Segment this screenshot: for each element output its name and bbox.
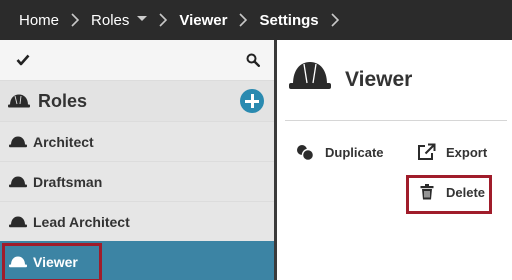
sidebar-item-label: Architect — [33, 134, 94, 150]
sidebar-item-architect[interactable]: Architect — [0, 121, 274, 161]
sidebar-item-viewer[interactable]: Viewer — [0, 241, 274, 280]
sidebar-item-draftsman[interactable]: Draftsman — [0, 161, 274, 201]
chevron-right-icon — [71, 13, 80, 27]
search-icon[interactable] — [246, 53, 261, 72]
role-detail-panel: Viewer Duplicate Export Delete — [277, 40, 512, 280]
check-icon[interactable] — [16, 53, 30, 71]
breadcrumb-roles[interactable]: Roles — [91, 12, 129, 29]
roles-section-title: Roles — [38, 91, 88, 111]
hard-hat-icon — [8, 175, 28, 194]
sidebar-item-label: Lead Architect — [33, 214, 130, 230]
hard-hat-icon — [288, 59, 332, 98]
sidebar-toolbar — [0, 40, 274, 81]
chevron-right-icon — [331, 13, 339, 27]
breadcrumb-viewer[interactable]: Viewer — [179, 12, 227, 29]
roles-sidebar: Roles Architect Draftsman Lead Architect… — [0, 40, 274, 280]
hard-hat-icon — [8, 135, 28, 154]
duplicate-button[interactable]: Duplicate — [325, 145, 384, 160]
page-title: Viewer — [345, 68, 413, 91]
sidebar-item-label: Viewer — [33, 254, 78, 270]
hard-hat-icon — [8, 255, 28, 274]
chevron-right-icon — [159, 13, 168, 27]
breadcrumb: Home Roles Viewer Settings — [0, 0, 512, 40]
caret-down-icon[interactable] — [137, 15, 148, 21]
trash-icon[interactable] — [420, 184, 434, 205]
duplicate-icon[interactable] — [296, 144, 316, 167]
external-link-icon[interactable] — [417, 143, 436, 166]
add-role-button[interactable] — [240, 89, 264, 113]
hard-hat-icon — [7, 93, 31, 114]
breadcrumb-home[interactable]: Home — [19, 12, 59, 29]
delete-button[interactable]: Delete — [446, 185, 485, 200]
breadcrumb-settings[interactable]: Settings — [259, 12, 318, 29]
sidebar-item-label: Draftsman — [33, 174, 103, 190]
chevron-right-icon — [239, 13, 248, 27]
hard-hat-icon — [8, 215, 28, 234]
sidebar-item-lead-architect[interactable]: Lead Architect — [0, 201, 274, 241]
export-button[interactable]: Export — [446, 145, 487, 160]
roles-header: Roles — [0, 81, 274, 121]
divider — [285, 120, 507, 121]
